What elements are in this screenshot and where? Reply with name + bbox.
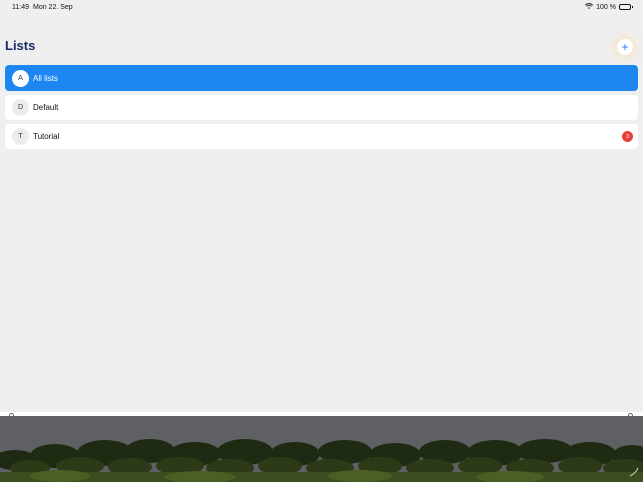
battery-icon <box>619 4 633 10</box>
status-time: 11:49 <box>12 4 29 11</box>
status-date: Mon 22. Sep <box>33 4 73 11</box>
list-item-all-lists[interactable]: A All lists <box>5 65 638 91</box>
status-right: 100 % <box>585 3 633 11</box>
page-title: Lists <box>5 38 36 53</box>
lists-list: A All lists D Default T Tutorial 3 <box>5 65 638 153</box>
list-avatar: A <box>12 69 29 87</box>
status-bar: 11:49 Mon 22. Sep 100 % <box>0 0 643 16</box>
list-item-default[interactable]: D Default <box>5 95 638 120</box>
list-item-label: All lists <box>33 73 58 83</box>
add-list-button[interactable]: + <box>617 39 633 55</box>
list-avatar: D <box>12 99 29 116</box>
battery-percentage: 100 % <box>596 3 616 11</box>
wifi-icon <box>585 3 594 11</box>
count-badge: 3 <box>622 131 633 142</box>
list-item-label: Tutorial <box>33 132 60 141</box>
wallpaper-forest-image <box>0 416 643 482</box>
list-item-tutorial[interactable]: T Tutorial 3 <box>5 124 638 149</box>
list-avatar: T <box>12 128 29 145</box>
list-item-label: Default <box>33 103 59 112</box>
